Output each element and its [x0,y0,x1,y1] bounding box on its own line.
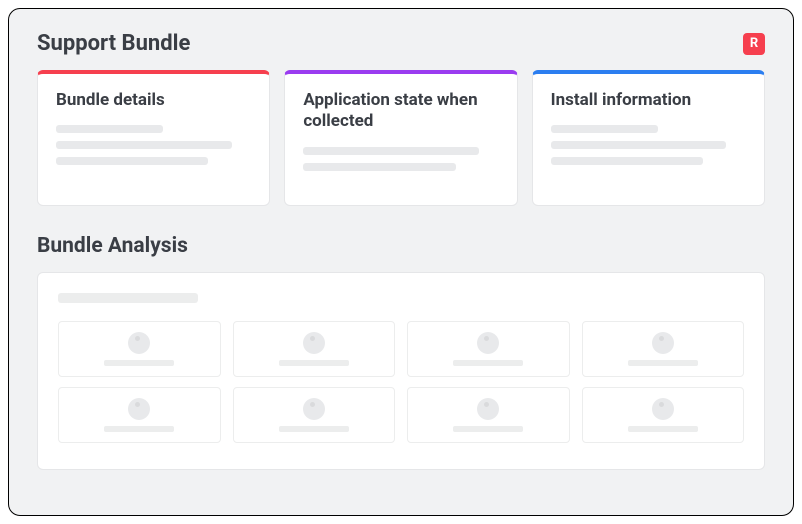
analysis-tile[interactable] [407,321,570,377]
skeleton-line [551,141,727,149]
skeleton-line [628,360,698,366]
skeleton-line [104,360,174,366]
card-title: Install information [551,90,746,111]
analysis-tile-row [58,387,744,443]
placeholder-image-icon [652,398,674,420]
card-bundle-details[interactable]: Bundle details [37,70,270,206]
skeleton-line [453,426,523,432]
analysis-tile[interactable] [407,387,570,443]
analysis-panel [37,272,765,470]
page-title: Support Bundle [37,31,190,56]
brand-letter: R [750,37,758,50]
support-bundle-frame: Support Bundle R Bundle details Applicat… [8,8,794,516]
brand-badge-icon[interactable]: R [743,33,765,55]
card-application-state[interactable]: Application state when collected [284,70,517,206]
placeholder-image-icon [477,332,499,354]
skeleton-line [58,293,198,303]
skeleton-line [303,147,479,155]
placeholder-image-icon [477,398,499,420]
analysis-tile[interactable] [582,321,745,377]
placeholder-image-icon [303,398,325,420]
skeleton-line [551,157,703,165]
skeleton-line [303,163,455,171]
skeleton-line [56,125,163,133]
placeholder-image-icon [128,332,150,354]
placeholder-image-icon [128,398,150,420]
header-row: Support Bundle R [37,31,765,56]
skeleton-line [551,125,658,133]
skeleton-line [279,360,349,366]
placeholder-image-icon [303,332,325,354]
analysis-tile[interactable] [58,387,221,443]
skeleton-line [279,426,349,432]
card-title: Bundle details [56,90,251,111]
skeleton-line [104,426,174,432]
analysis-tile[interactable] [233,387,396,443]
section-title-analysis: Bundle Analysis [37,234,765,258]
analysis-tile-row [58,321,744,377]
placeholder-image-icon [652,332,674,354]
skeleton-line [56,141,232,149]
analysis-tile[interactable] [233,321,396,377]
summary-cards-row: Bundle details Application state when co… [37,70,765,206]
card-install-information[interactable]: Install information [532,70,765,206]
skeleton-line [453,360,523,366]
analysis-tile[interactable] [58,321,221,377]
skeleton-line [56,157,208,165]
analysis-tile[interactable] [582,387,745,443]
skeleton-line [628,426,698,432]
card-title: Application state when collected [303,90,498,133]
